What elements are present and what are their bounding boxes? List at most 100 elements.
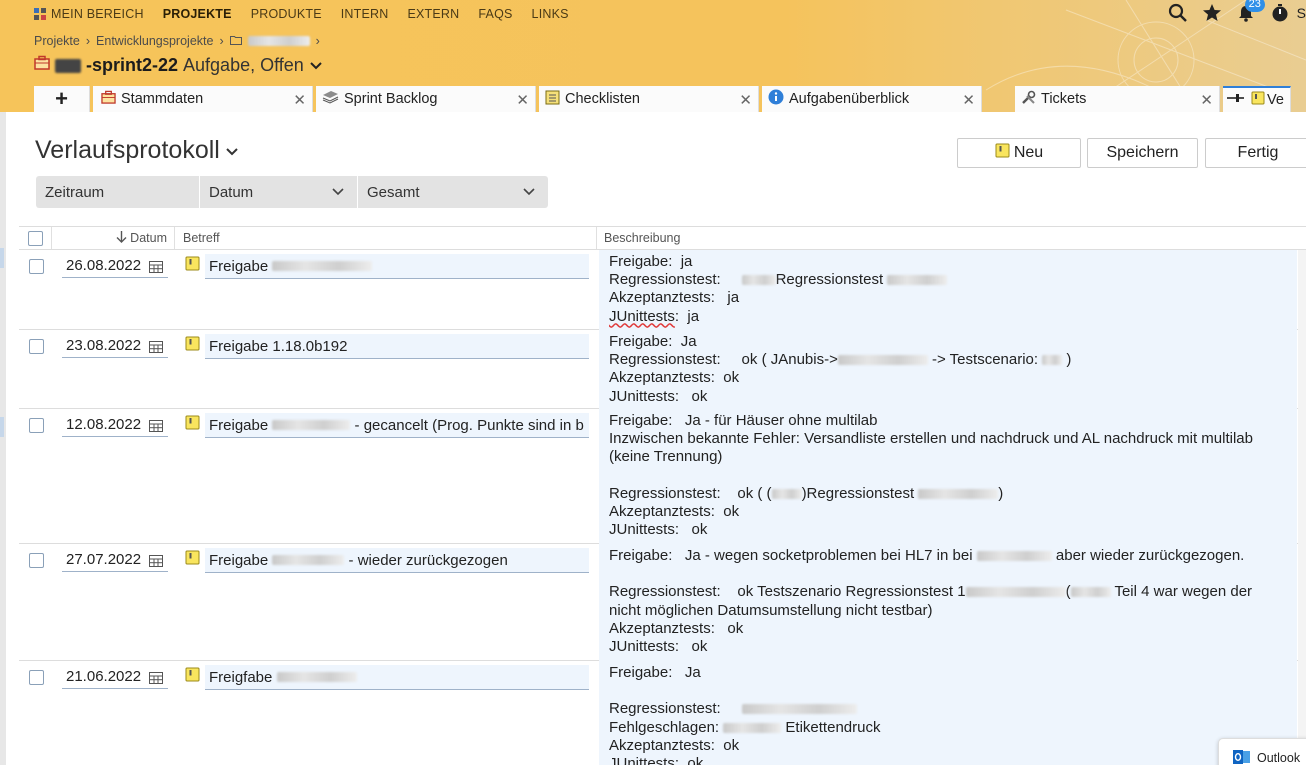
page-title[interactable]: Verlaufsprotokoll <box>35 136 240 165</box>
description-line <box>609 467 1297 485</box>
column-header-subject[interactable]: Betreff <box>175 227 597 249</box>
calendar-icon[interactable] <box>149 419 163 436</box>
description-text: JUnittests: ok <box>609 521 708 539</box>
subject-field[interactable]: Freigabe - wieder zurückgezogen <box>205 548 589 573</box>
breadcrumb-project-redacted[interactable] <box>247 36 310 46</box>
table-row[interactable]: 23.08.2022 Freigabe 1.18.0b192 Freigabe: … <box>19 330 1306 409</box>
left-edge-marker <box>0 417 4 437</box>
task-status[interactable]: Aufgabe, Offen <box>183 55 304 76</box>
row-checkbox[interactable] <box>29 418 44 433</box>
bell-icon[interactable]: 23 <box>1235 0 1265 24</box>
column-header-date[interactable]: Datum <box>52 227 175 249</box>
row-checkbox[interactable] <box>29 670 44 685</box>
nav-label: INTERN <box>340 7 389 21</box>
add-tab-button[interactable]: + <box>34 86 90 112</box>
description-cell[interactable]: Freigabe: Ja Regressionstest: ok ( JAnubi… <box>599 330 1297 409</box>
description-line: Freigabe: Ja - wegen socketproblemen bei… <box>609 547 1297 565</box>
nav-intern[interactable]: INTERN <box>341 7 389 21</box>
subject-field[interactable]: Freigabe - gecancelt (Prog. Punkte sind … <box>205 413 589 438</box>
title-redacted-prefix <box>55 58 81 73</box>
timer-icon[interactable] <box>1269 2 1291 24</box>
star-icon[interactable] <box>1201 2 1223 24</box>
close-icon[interactable]: ✕ <box>293 91 306 109</box>
date-field[interactable]: 23.08.2022 <box>62 334 168 358</box>
close-icon[interactable]: ✕ <box>739 91 752 109</box>
calendar-icon[interactable] <box>149 340 163 357</box>
calendar-icon[interactable] <box>149 554 163 571</box>
tab-bar: + Stammdaten ✕ Sprint Backlog ✕ Checklis… <box>34 86 1294 112</box>
tab-sprint-backlog[interactable]: Sprint Backlog ✕ <box>316 86 536 112</box>
subject-field[interactable]: Freigabe 1.18.0b192 <box>205 334 589 359</box>
note-icon <box>1251 91 1265 110</box>
table-row[interactable]: 12.08.2022 Freigabe - gecancelt (Prog. P… <box>19 409 1306 544</box>
search-icon[interactable] <box>1167 2 1189 24</box>
nav-projekte[interactable]: PROJEKTE <box>163 7 232 21</box>
breadcrumb-separator: › <box>85 34 91 48</box>
nav-extern[interactable]: EXTERN <box>407 7 459 21</box>
row-subject: Freigabe 1.18.0b192 <box>209 337 348 355</box>
calendar-icon[interactable] <box>149 260 163 277</box>
date-field[interactable]: 26.08.2022 <box>62 254 168 278</box>
description-cell[interactable]: Freigabe: ja Regressionstest: Regressions… <box>599 250 1297 330</box>
description-cell[interactable]: Freigabe: Ja - für Häuser ohne multilab I… <box>599 409 1297 544</box>
scrollbar[interactable] <box>1298 250 1306 765</box>
filter-zeitraum[interactable]: Zeitraum <box>36 176 200 208</box>
note-icon <box>185 667 200 688</box>
date-field[interactable]: 21.06.2022 <box>62 665 168 689</box>
date-field[interactable]: 12.08.2022 <box>62 413 168 437</box>
close-icon[interactable]: ✕ <box>1200 91 1213 109</box>
tab-stammdaten[interactable]: Stammdaten ✕ <box>93 86 313 112</box>
done-button[interactable]: Fertig <box>1205 138 1306 168</box>
description-line: Inzwischen bekannte Fehler: Versandliste… <box>609 430 1297 448</box>
new-button[interactable]: Neu <box>957 138 1081 168</box>
breadcrumb-entwicklungsprojekte[interactable]: Entwicklungsprojekte <box>96 34 213 48</box>
chevron-down-icon[interactable] <box>309 55 323 76</box>
description-text: ) <box>1062 351 1072 369</box>
description-text: Regressionstest: ok ( ( <box>609 484 772 502</box>
note-icon <box>995 143 1010 164</box>
row-checkbox[interactable] <box>29 553 44 568</box>
table-row[interactable]: 27.07.2022 Freigabe - wieder zurückgezog… <box>19 544 1306 661</box>
description-text: nicht möglichen Datumsumstellung nicht t… <box>609 601 933 619</box>
row-date: 21.06.2022 <box>66 668 142 685</box>
date-field[interactable]: 27.07.2022 <box>62 548 168 572</box>
redacted-text <box>276 672 357 682</box>
table-row[interactable]: 21.06.2022 Freigfabe Freigabe: Ja Regress… <box>19 661 1306 765</box>
description-cell[interactable]: Freigabe: Ja Regressionstest: Fehlgeschla… <box>599 661 1297 765</box>
save-button[interactable]: Speichern <box>1087 138 1198 168</box>
tab-tickets[interactable]: Tickets ✕ <box>1015 86 1220 112</box>
button-label: Speichern <box>1106 144 1179 161</box>
description-line: JUnittests: ja <box>609 308 1297 326</box>
row-checkbox[interactable] <box>29 339 44 354</box>
filter-label: Zeitraum <box>45 183 105 201</box>
outlook-widget[interactable]: Outlook <box>1218 738 1306 765</box>
select-all-checkbox[interactable] <box>19 227 52 249</box>
subject-field[interactable]: Freigabe <box>205 254 589 279</box>
column-header-description[interactable]: Beschreibung <box>597 227 1304 249</box>
tab-aufgabenueberblick[interactable]: Aufgabenüberblick ✕ <box>762 86 982 112</box>
breadcrumb-projekte[interactable]: Projekte <box>34 34 80 48</box>
outlook-icon <box>1233 749 1251 765</box>
nav-faqs[interactable]: FAQS <box>478 7 512 21</box>
table-row[interactable]: 26.08.2022 Freigabe Freigabe: ja Regressi… <box>19 250 1306 330</box>
nav-produkte[interactable]: PRODUKTE <box>251 7 322 21</box>
filter-gesamt-select[interactable]: Gesamt <box>358 176 548 208</box>
tab-verlaufsprotokoll[interactable]: Ve <box>1223 86 1291 112</box>
description-cell[interactable]: Freigabe: Ja - wegen socketproblemen bei… <box>599 544 1297 661</box>
subject-field[interactable]: Freigfabe <box>205 665 589 690</box>
tab-label: Aufgabenüberblick <box>789 91 910 107</box>
filter-datum-select[interactable]: Datum <box>200 176 358 208</box>
chevron-down-icon[interactable] <box>224 136 240 165</box>
row-checkbox[interactable] <box>29 259 44 274</box>
tab-checklisten[interactable]: Checklisten ✕ <box>539 86 759 112</box>
nav-mein-bereich[interactable]: MEIN BEREICH <box>34 7 144 21</box>
checkbox[interactable] <box>27 230 43 246</box>
breadcrumb-separator: › <box>219 34 224 48</box>
close-icon[interactable]: ✕ <box>962 91 975 109</box>
user-initial[interactable]: S <box>1297 5 1306 21</box>
description-text: Regressionstest: ok ( JAnubis-> <box>609 351 838 369</box>
calendar-icon[interactable] <box>149 671 163 688</box>
pin-icon[interactable] <box>1227 92 1245 108</box>
close-icon[interactable]: ✕ <box>516 91 529 109</box>
nav-links[interactable]: LINKS <box>532 7 569 21</box>
